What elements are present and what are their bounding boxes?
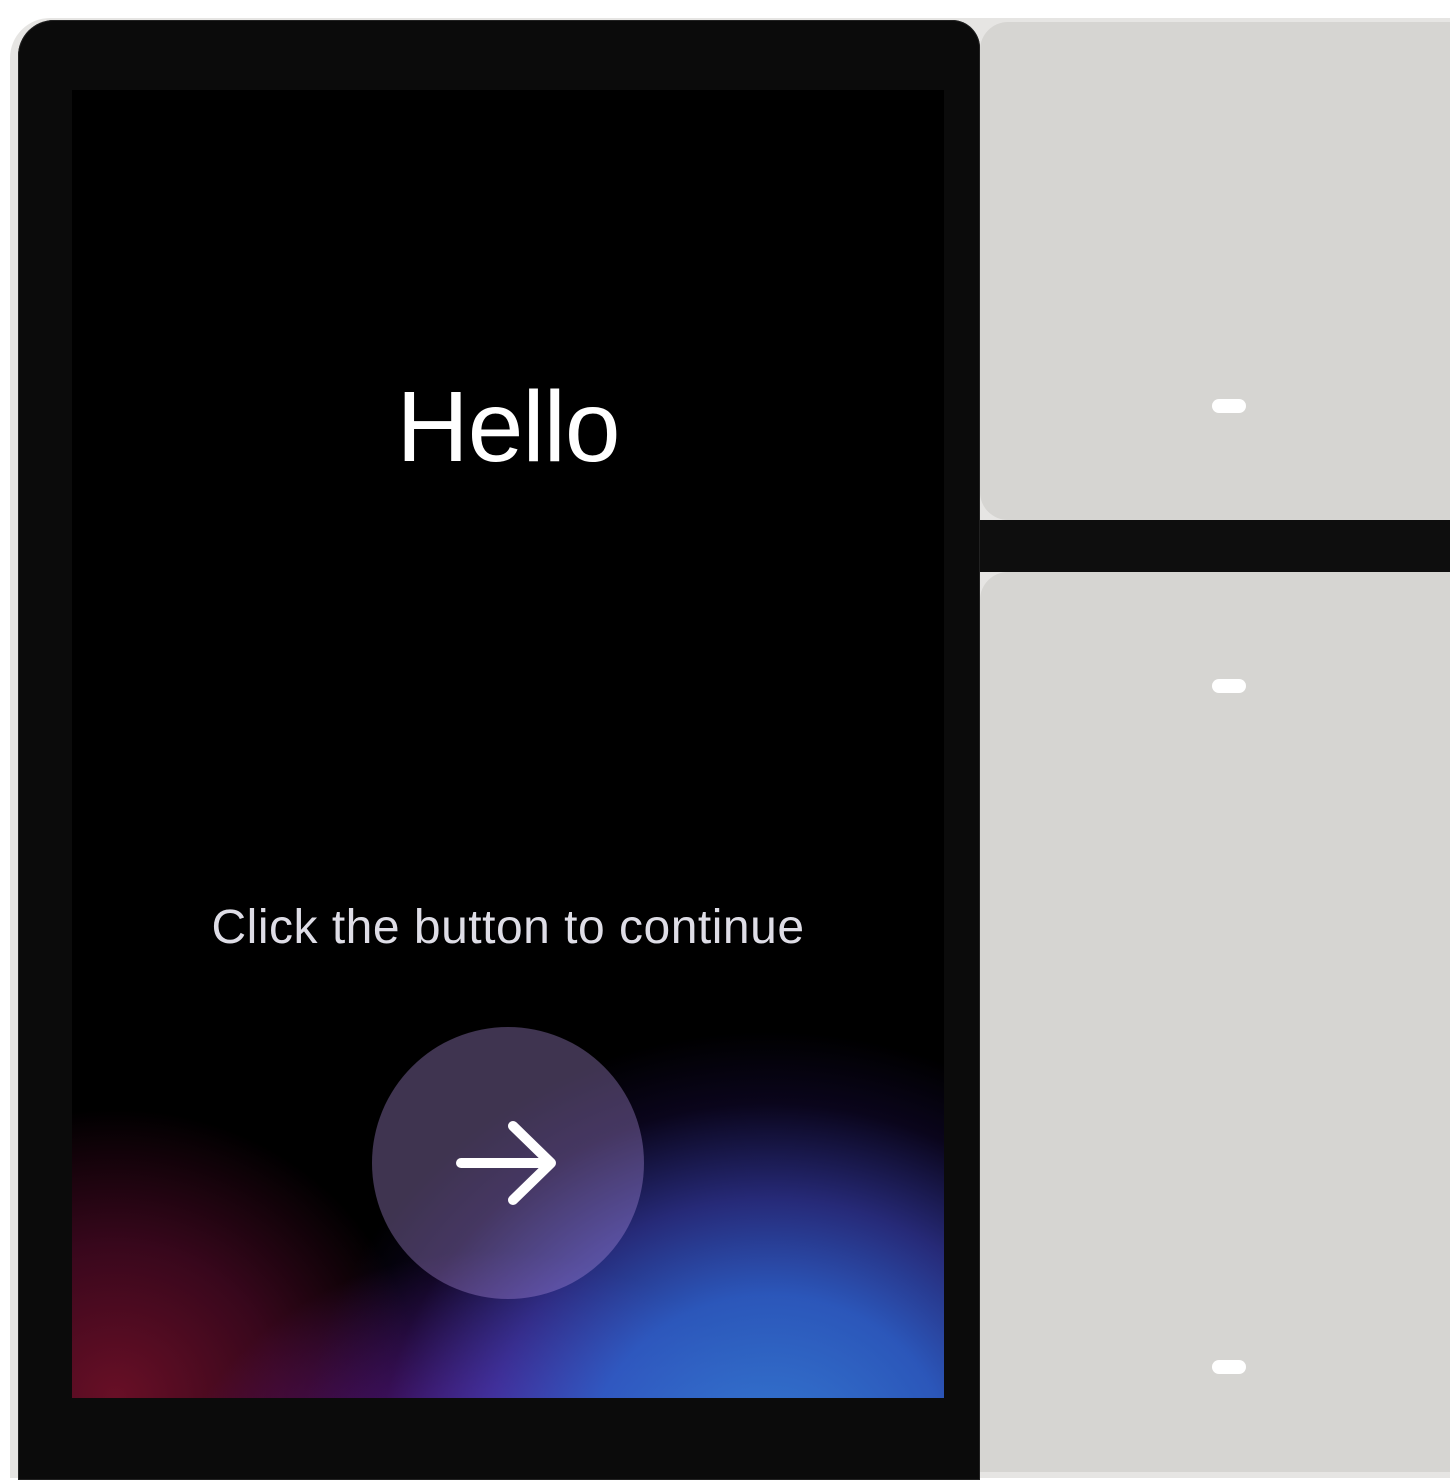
dash-icon	[1212, 399, 1246, 413]
greeting-title: Hello	[396, 371, 621, 483]
arrow-right-icon	[456, 1121, 556, 1205]
dash-icon	[1212, 679, 1246, 693]
panel-divider	[980, 520, 1450, 572]
dash-icon	[1212, 1360, 1246, 1374]
continue-button[interactable]	[372, 1027, 644, 1299]
bottom-switch-panel[interactable]	[980, 572, 1450, 1472]
touch-screen: Hello Click the button to continue	[72, 90, 944, 1398]
instruction-text: Click the button to continue	[211, 901, 805, 954]
top-switch-panel[interactable]	[980, 22, 1450, 520]
